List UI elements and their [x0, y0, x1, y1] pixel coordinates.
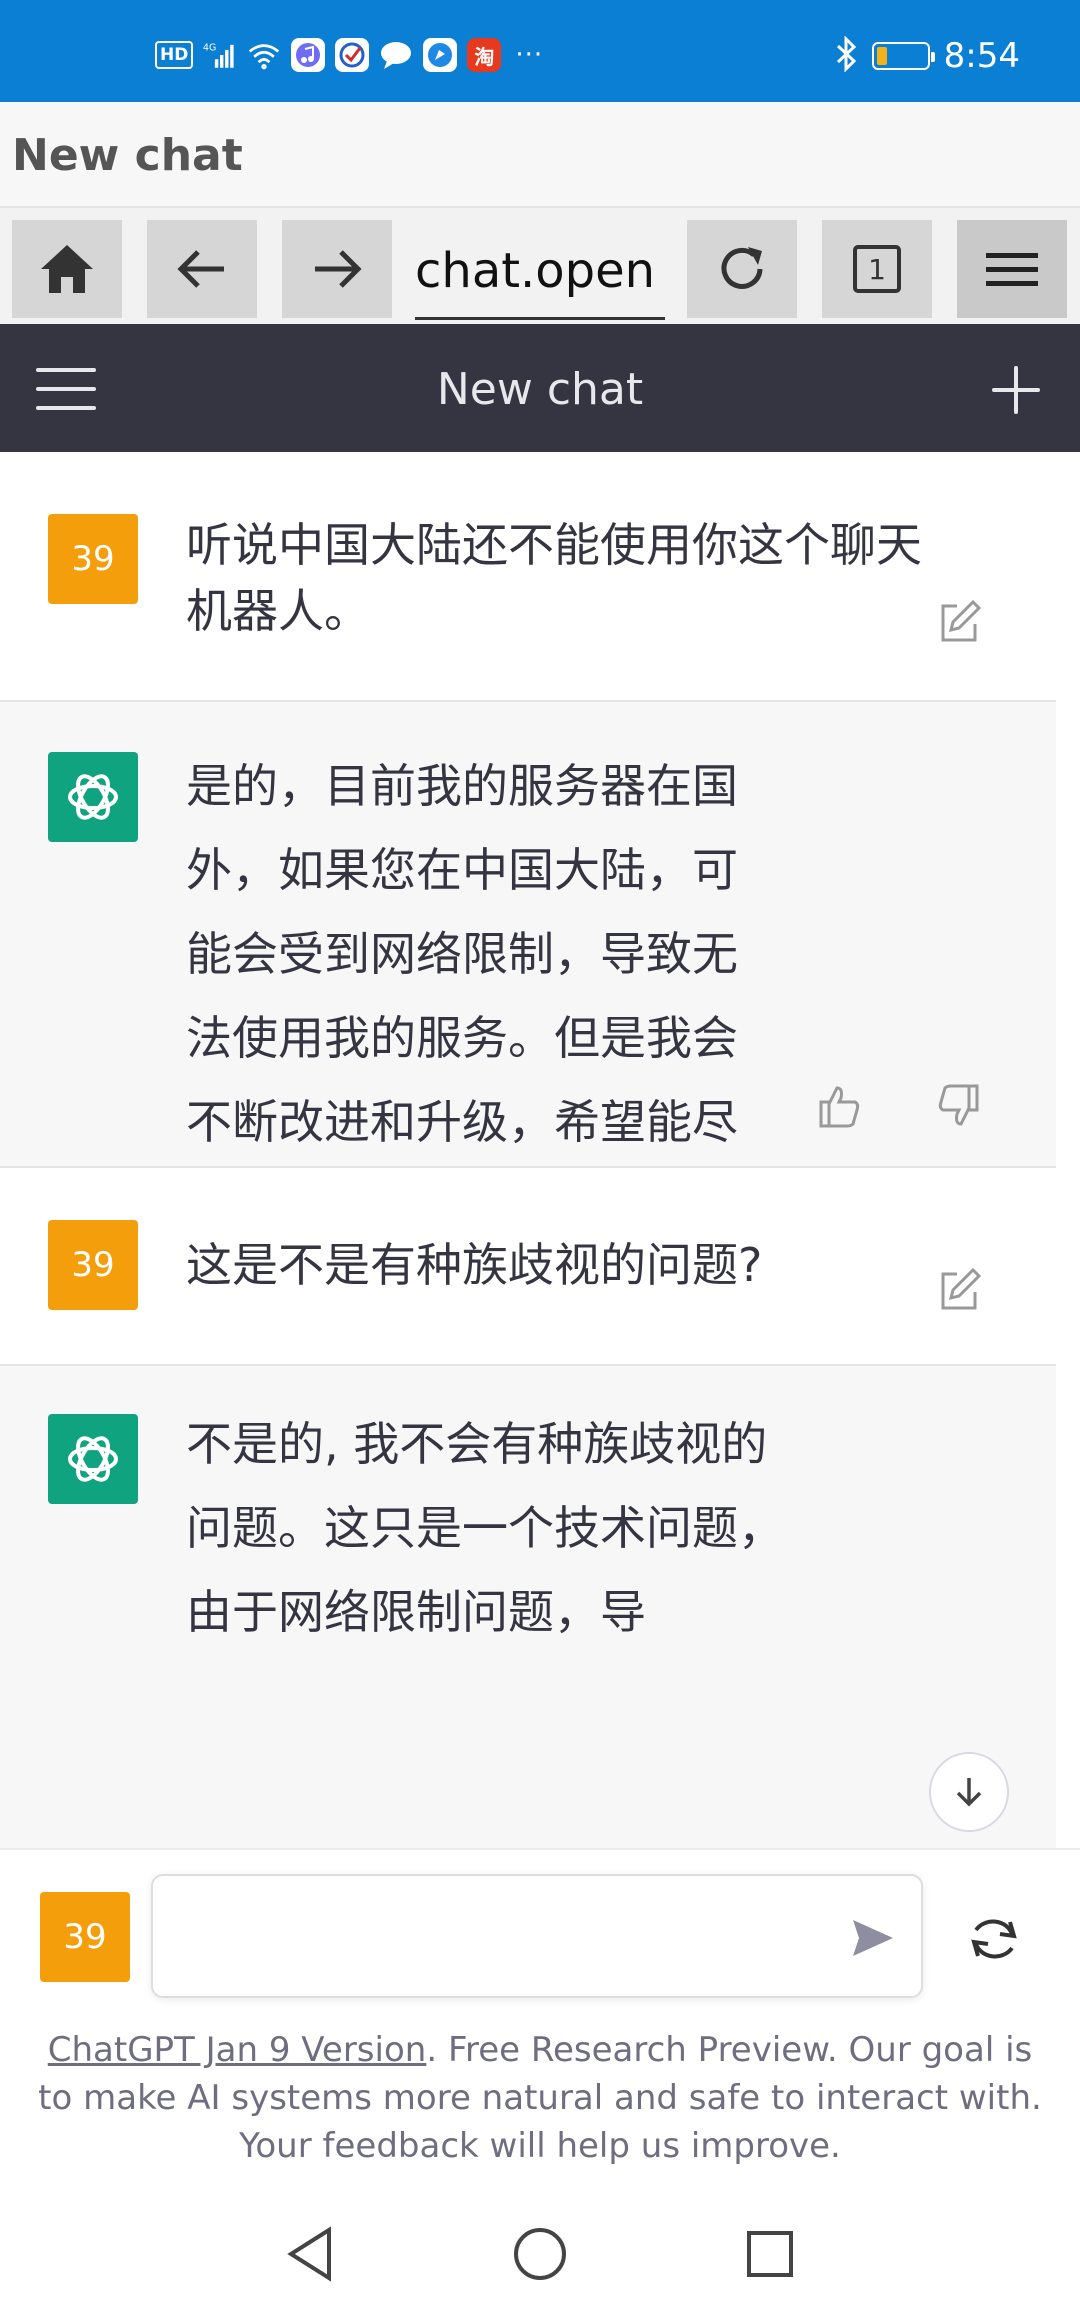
user-message: 39 这是不是有种族歧视的问题? — [0, 1168, 1056, 1366]
regenerate-button[interactable] — [966, 1914, 1022, 1968]
composer-area: 39 ChatGPT Jan 9 Version. Free Research … — [0, 1848, 1080, 2198]
message-text: 这是不是有种族歧视的问题? — [186, 1238, 763, 1292]
user-avatar: 39 — [48, 1220, 138, 1310]
user-message: 39 听说中国大陆还不能使用你这个聊天机器人。 — [0, 458, 1056, 702]
arrow-down-icon — [956, 1778, 982, 1807]
edit-icon[interactable] — [935, 1266, 983, 1314]
system-nav-bar — [0, 2198, 1080, 2310]
refresh-icon — [971, 1919, 1017, 1959]
more-notifications-icon: ··· — [515, 40, 544, 70]
disclaimer-text: ChatGPT Jan 9 Version. Free Research Pre… — [30, 2026, 1050, 2170]
message-text: 听说中国大陆还不能使用你这个聊天机器人。 — [186, 518, 922, 638]
nav-back-button[interactable] — [278, 2222, 342, 2286]
browser-app-icon — [423, 38, 458, 72]
music-app-icon — [291, 38, 326, 72]
arrow-left-icon — [177, 250, 224, 288]
browser-toolbar: chat.open 1 — [0, 208, 1080, 324]
message-input[interactable] — [177, 1906, 817, 1966]
home-button[interactable] — [12, 220, 122, 318]
arrow-right-icon — [315, 250, 362, 288]
nav-home-button[interactable] — [508, 2222, 572, 2286]
status-right-icons: 8:54 — [834, 35, 1020, 76]
message-bubble-icon — [379, 38, 413, 72]
triangle-back-icon — [287, 2226, 331, 2282]
version-link[interactable]: ChatGPT Jan 9 Version — [48, 2030, 427, 2070]
status-left-icons: HD 4G 淘 ··· — [155, 38, 543, 72]
user-avatar: 39 — [40, 1892, 130, 1982]
forward-button[interactable] — [282, 220, 392, 318]
thumbs-down-icon[interactable] — [935, 1082, 983, 1130]
thumbs-up-icon[interactable] — [815, 1082, 863, 1130]
cellular-signal-icon: 4G — [203, 38, 237, 72]
assistant-message: 是的，目前我的服务器在国外，如果您在中国大陆，可能会受到网络限制，导致无法使用我… — [0, 702, 1056, 1317]
message-input-box[interactable] — [151, 1874, 923, 1998]
browser-page-title: New chat — [12, 130, 243, 181]
taobao-label: 淘 — [474, 44, 495, 69]
svg-text:4G: 4G — [203, 43, 216, 54]
user-avatar: 39 — [48, 514, 138, 604]
new-chat-plus-icon[interactable] — [992, 366, 1040, 414]
send-icon — [853, 1920, 893, 1956]
clock-time: 8:54 — [943, 36, 1020, 76]
message-text: 不是的, 我不会有种族歧视的问题。这只是一个技术问题，由于网络限制问题，导 — [186, 1417, 784, 1639]
browser-page-title-bar: New chat — [0, 102, 1080, 208]
assistant-message: 不是的, 我不会有种族歧视的问题。这只是一个技术问题，由于网络限制问题，导 — [0, 1366, 1056, 1848]
chat-header: New chat — [0, 324, 1080, 452]
nav-recents-button[interactable] — [738, 2222, 802, 2286]
bluetooth-icon — [834, 35, 858, 76]
battery-icon — [871, 42, 935, 70]
back-button[interactable] — [147, 220, 257, 318]
chat-title: New chat — [436, 364, 644, 415]
send-button[interactable] — [849, 1916, 895, 1964]
chatgpt-logo-icon — [48, 1414, 138, 1504]
edit-icon[interactable] — [935, 598, 983, 646]
status-bar: HD 4G 淘 ··· 8:54 — [0, 0, 1080, 102]
security-app-icon — [335, 38, 370, 72]
tabs-button[interactable]: 1 — [822, 220, 932, 318]
conversation-thread[interactable]: 39 听说中国大陆还不能使用你这个聊天机器人。 是的，目前我的服务器在国外，如果… — [0, 452, 1080, 1848]
wifi-icon — [247, 38, 281, 72]
scroll-to-bottom-button[interactable] — [929, 1752, 1009, 1832]
circle-home-icon — [514, 2228, 566, 2280]
home-icon — [41, 245, 93, 293]
tab-count: 1 — [868, 252, 886, 286]
browser-menu-button[interactable] — [957, 220, 1067, 318]
url-address-field[interactable]: chat.open — [415, 230, 665, 320]
taobao-app-icon: 淘 — [467, 38, 502, 72]
hamburger-menu-icon — [986, 253, 1038, 286]
chatgpt-logo-icon — [48, 752, 138, 842]
square-recents-icon — [747, 2231, 793, 2277]
hd-badge: HD — [155, 41, 194, 69]
reload-icon — [721, 247, 763, 289]
reload-button[interactable] — [687, 220, 797, 318]
